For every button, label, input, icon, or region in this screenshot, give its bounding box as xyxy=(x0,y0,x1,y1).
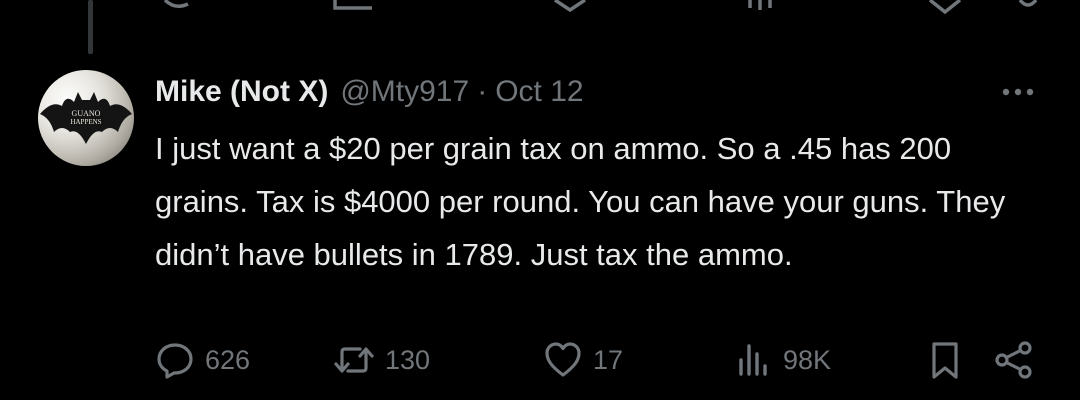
more-icon xyxy=(1002,88,1034,96)
like-count: 17 xyxy=(593,344,624,375)
tweet-header: Mike (Not X) @Mty917 · Oct 12 xyxy=(155,70,584,114)
more-options-button[interactable] xyxy=(996,72,1040,112)
previous-tweet-actions xyxy=(0,0,1080,22)
bookmark-button[interactable] xyxy=(925,338,965,382)
tweet-action-bar: 626 130 17 98K xyxy=(155,338,1045,382)
repost-count: 130 xyxy=(385,344,431,375)
reply-button[interactable]: 626 xyxy=(155,338,250,382)
views-count: 98K xyxy=(783,344,832,375)
display-name[interactable]: Mike (Not X) xyxy=(155,75,328,109)
user-handle[interactable]: @Mty917 xyxy=(340,75,469,109)
heart-icon xyxy=(543,340,583,380)
share-icon xyxy=(993,340,1035,380)
tweet-text: I just want a $20 per grain tax on ammo.… xyxy=(155,131,1006,272)
reply-count: 626 xyxy=(205,344,251,375)
prev-share-icon xyxy=(1018,0,1038,7)
thread-connector-line xyxy=(88,0,93,54)
avatar-logo-line-1: GUANO xyxy=(72,109,101,118)
avatar-logo-line-2: HAPPENS xyxy=(70,118,101,126)
views-button[interactable]: 98K xyxy=(733,338,831,382)
tweet-date[interactable]: Oct 12 xyxy=(495,75,583,109)
prev-repost-icon xyxy=(333,0,372,10)
reply-icon xyxy=(155,340,195,380)
previous-tweet-icons xyxy=(163,0,1038,15)
views-icon xyxy=(733,340,773,380)
avatar[interactable]: GUANO HAPPENS xyxy=(38,70,134,166)
like-button[interactable]: 17 xyxy=(543,338,623,382)
share-button[interactable] xyxy=(993,338,1035,382)
bookmark-icon xyxy=(925,340,965,380)
bat-logo-icon: GUANO HAPPENS xyxy=(38,70,134,166)
prev-reply-icon xyxy=(163,0,189,8)
prev-bookmark-icon xyxy=(928,0,962,15)
repost-button[interactable]: 130 xyxy=(333,338,430,382)
repost-icon xyxy=(333,340,375,380)
separator-dot: · xyxy=(477,75,488,108)
prev-like-icon xyxy=(554,0,586,13)
tweet-page: GUANO HAPPENS Mike (Not X) @Mty917 · Oct… xyxy=(0,0,1080,400)
prev-views-icon xyxy=(748,0,772,10)
